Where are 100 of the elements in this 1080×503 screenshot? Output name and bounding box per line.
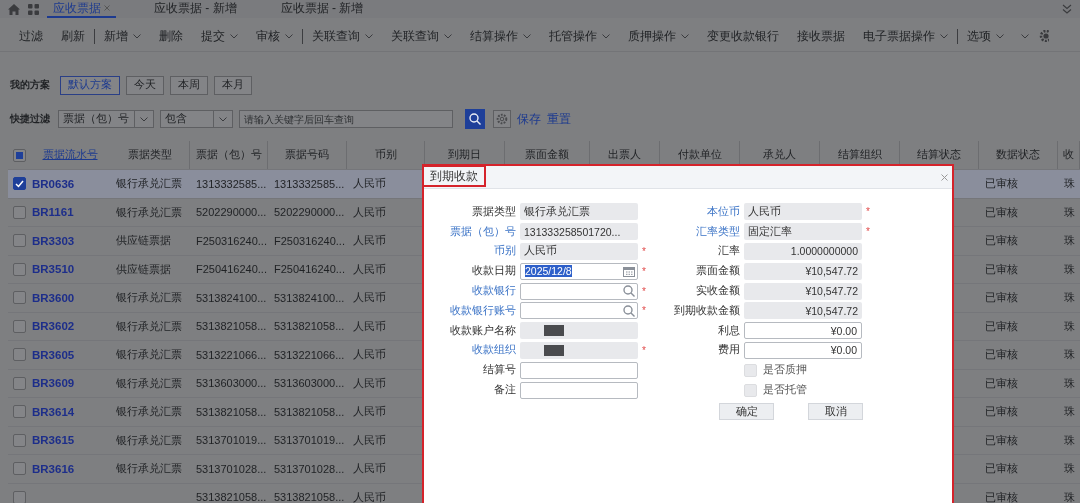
table-cell: 5313603000...	[274, 377, 345, 390]
scheme-button[interactable]: 本周	[170, 75, 208, 95]
field-label-link[interactable]: 汇率类型	[660, 224, 740, 239]
field-label: 利息	[717, 323, 740, 338]
toolbar-item[interactable]: 接收票据	[788, 28, 854, 44]
table-cell: 5313821058...	[274, 405, 345, 418]
table-cell: 珠	[1064, 233, 1075, 249]
table-cell: 1313332585...	[274, 177, 345, 190]
table-cell: 已审核	[985, 176, 1018, 192]
table-cell: 已审核	[985, 461, 1018, 477]
serial-link[interactable]: BR3614	[32, 405, 75, 418]
scheme-button[interactable]: 默认方案	[60, 75, 120, 95]
field-label-link[interactable]: 收款组织	[428, 343, 516, 358]
cancel-button[interactable]: 取消	[808, 403, 863, 421]
required-mark: *	[642, 344, 647, 356]
serial-link[interactable]: BR3303	[32, 234, 75, 247]
toolbar-item[interactable]: 电子票据操作	[854, 28, 957, 44]
field-label-link[interactable]: 收款银行	[428, 284, 516, 299]
table-cell: 5313821058...	[274, 320, 345, 333]
table-cell: 已审核	[985, 432, 1018, 448]
toolbar-item[interactable]: 质押操作	[619, 28, 698, 44]
operator-dropdown[interactable]: 包含	[160, 110, 233, 128]
field-dropdown[interactable]: 票据（包）号	[58, 110, 154, 128]
readonly-field: 固定汇率	[744, 223, 862, 241]
table-cell: 5313821058...	[274, 491, 345, 503]
tab[interactable]: 应收票据 - 新增	[274, 0, 370, 18]
field-label: 到期收款金额	[673, 303, 740, 318]
table-cell: 人民币	[353, 432, 386, 448]
field-label-link[interactable]: 票据（包）号	[428, 224, 516, 239]
serial-link[interactable]: BR3510	[32, 263, 75, 276]
table-cell: 1313332585...	[196, 177, 267, 190]
serial-link[interactable]: BR0636	[32, 177, 75, 190]
column-header: 出票人	[608, 148, 641, 162]
toolbar-item[interactable]: 结算操作	[461, 28, 540, 44]
dialog-title: 到期收款	[422, 165, 486, 187]
table-cell: 5313701019...	[196, 434, 267, 447]
field-label-link[interactable]: 本位币	[660, 204, 740, 219]
toolbar-item[interactable]: 关联查询	[302, 28, 382, 44]
table-cell: 人民币	[353, 489, 386, 503]
field-label-link[interactable]: 收款银行账号	[428, 303, 516, 318]
serial-link[interactable]: BR3605	[32, 348, 75, 361]
amount-field[interactable]: ¥0.00	[744, 341, 862, 359]
filter-label: 快捷过滤	[10, 112, 50, 126]
toolbar-item[interactable]: 变更收款银行	[698, 28, 788, 44]
column-header: 票据类型	[127, 148, 172, 162]
save-link[interactable]: 保存	[517, 111, 541, 127]
date-field[interactable]: 2025/12/8	[520, 262, 638, 280]
amount-field[interactable]: ¥0.00	[744, 322, 862, 340]
toolbar-item[interactable]: 过滤	[10, 28, 52, 44]
toolbar-item[interactable]: 托管操作	[540, 28, 619, 44]
scheme-button[interactable]: 今天	[126, 75, 164, 95]
required-mark: *	[642, 246, 647, 257]
column-header: 币别	[374, 148, 397, 162]
toolbar-item[interactable]: 刷新	[52, 28, 94, 44]
table-cell: 已审核	[985, 375, 1018, 391]
readonly-field: 人民币	[744, 203, 862, 221]
toolbar-item[interactable]: 选项	[957, 28, 1013, 44]
field-label: 备注	[493, 383, 516, 398]
readonly-field: 银行承兑汇票	[520, 203, 638, 221]
table-cell: 供应链票据	[116, 261, 171, 277]
search-field[interactable]: 请输入关键字后回车查询	[239, 110, 453, 128]
readonly-field: 131333258501720...	[520, 223, 638, 241]
field-label: 票面金额	[695, 264, 740, 279]
readonly-field: 人民币	[520, 243, 638, 260]
serial-link[interactable]: BR1161	[32, 206, 74, 219]
confirm-button[interactable]: 确定	[719, 403, 774, 421]
serial-link[interactable]: BR3615	[32, 434, 75, 447]
toolbar-item[interactable]: 删除	[150, 28, 192, 44]
toolbar-item[interactable]: 提交	[192, 28, 247, 44]
tab[interactable]: 应收票据	[47, 0, 116, 18]
field-label: 收款账户名称	[449, 323, 516, 338]
toolbar-item[interactable]: 关联查询	[382, 28, 461, 44]
scheme-label: 我的方案	[10, 78, 50, 92]
reset-link[interactable]: 重置	[547, 111, 571, 127]
table-cell: 已审核	[985, 318, 1018, 334]
column-header: 数据状态	[996, 148, 1040, 162]
column-header: 收	[1063, 148, 1074, 162]
serial-link[interactable]: BR3602	[32, 320, 75, 333]
field-label: 收款日期	[471, 264, 516, 279]
required-mark: *	[642, 285, 647, 297]
column-header: 结算组织	[837, 148, 882, 162]
table-cell: F250416240...	[196, 263, 267, 276]
table-cell: 人民币	[353, 204, 386, 220]
toolbar-item[interactable]: 审核	[247, 28, 302, 44]
serial-link[interactable]: BR3600	[32, 291, 75, 304]
table-cell: 人民币	[353, 461, 386, 477]
field-label: 实收金额	[695, 284, 740, 299]
table-cell: 珠	[1064, 347, 1075, 363]
column-header[interactable]: 票据流水号	[42, 148, 98, 162]
field-label-link[interactable]: 币别	[428, 244, 516, 259]
tab[interactable]: 应收票据 - 新增	[148, 0, 243, 18]
table-cell: 已审核	[985, 489, 1018, 503]
scheme-button[interactable]: 本月	[214, 75, 252, 95]
table-cell: 银行承兑汇票	[116, 404, 182, 420]
readonly-field: ¥10,547.72	[744, 302, 862, 320]
table-cell: 5313821058...	[196, 405, 267, 418]
toolbar-item[interactable]: 新增	[94, 28, 150, 44]
table-cell: 5313221066...	[196, 348, 267, 361]
serial-link[interactable]: BR3616	[32, 462, 75, 475]
serial-link[interactable]: BR3609	[32, 377, 75, 390]
